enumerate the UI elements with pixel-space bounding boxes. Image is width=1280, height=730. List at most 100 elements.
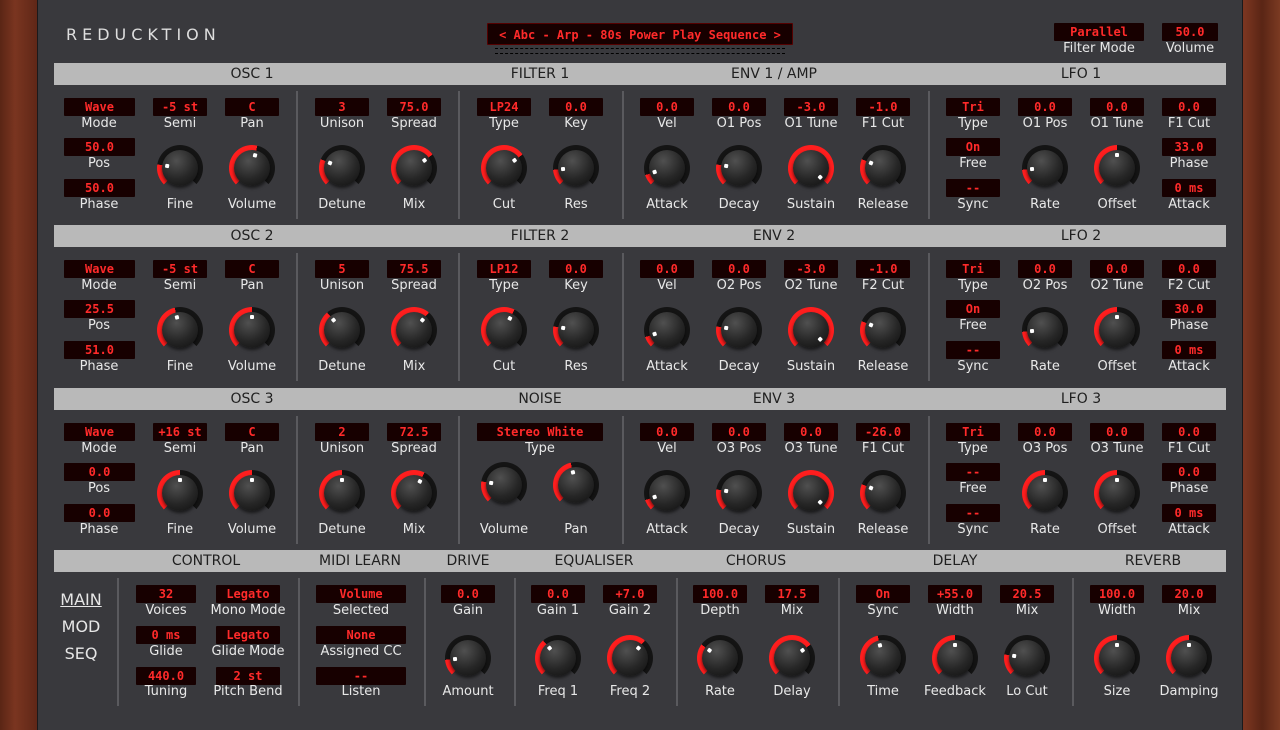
env-vel-display[interactable]: 0.0 <box>640 260 694 278</box>
osc-phase-display[interactable]: 50.0 <box>64 179 135 197</box>
lfo-attack-display[interactable]: 0 ms <box>1162 341 1216 359</box>
lfo-tune-display[interactable]: 0.0 <box>1090 260 1144 278</box>
noise-pan-knob[interactable] <box>553 462 599 508</box>
lfo-cut-display[interactable]: 0.0 <box>1162 260 1216 278</box>
chorus-depth-display[interactable]: 100.0 <box>693 585 747 603</box>
filter-res-knob[interactable] <box>553 307 599 353</box>
osc-spread-display[interactable]: 75.5 <box>387 260 441 278</box>
env-sustain-knob[interactable] <box>788 307 834 353</box>
lfo-offset-knob[interactable] <box>1094 145 1140 191</box>
lfo-phase-display[interactable]: 30.0 <box>1162 300 1216 318</box>
osc-detune-knob[interactable] <box>319 470 365 516</box>
lfo-pos-display[interactable]: 0.0 <box>1018 98 1072 116</box>
filter-type-display[interactable]: LP24 <box>477 98 531 116</box>
lfo-offset-knob[interactable] <box>1094 470 1140 516</box>
eq-gain2-display[interactable]: +7.0 <box>603 585 657 603</box>
lfo-pos-display[interactable]: 0.0 <box>1018 423 1072 441</box>
glide-mode-display[interactable]: Legato <box>216 626 280 644</box>
env-cut-display[interactable]: -1.0 <box>856 98 910 116</box>
osc-volume-knob[interactable] <box>229 470 275 516</box>
lfo-cut-display[interactable]: 0.0 <box>1162 98 1216 116</box>
reverb-damping-knob[interactable] <box>1166 635 1212 681</box>
chorus-mix-display[interactable]: 17.5 <box>765 585 819 603</box>
env-attack-knob[interactable] <box>644 307 690 353</box>
nav-mod-tab[interactable]: MOD <box>60 617 102 636</box>
osc-pos-display[interactable]: 50.0 <box>64 138 135 156</box>
lfo-rate-knob[interactable] <box>1022 470 1068 516</box>
eq-gain1-display[interactable]: 0.0 <box>531 585 585 603</box>
lfo-type-display[interactable]: Tri <box>946 260 1000 278</box>
reverb-mix-display[interactable]: 20.0 <box>1162 585 1216 603</box>
lfo-type-display[interactable]: Tri <box>946 98 1000 116</box>
filter-type-display[interactable]: LP12 <box>477 260 531 278</box>
osc-fine-knob[interactable] <box>157 470 203 516</box>
voices-display[interactable]: 32 <box>136 585 196 603</box>
filter-res-knob[interactable] <box>553 145 599 191</box>
osc-phase-display[interactable]: 0.0 <box>64 504 135 522</box>
master-volume-display[interactable]: 50.0 <box>1162 23 1218 41</box>
reverb-width-display[interactable]: 100.0 <box>1090 585 1144 603</box>
env-decay-knob[interactable] <box>716 470 762 516</box>
osc-mix-knob[interactable] <box>391 307 437 353</box>
lfo-sync-display[interactable]: -- <box>946 504 1000 522</box>
drive-amount-knob[interactable] <box>445 635 491 681</box>
lfo-tune-display[interactable]: 0.0 <box>1090 423 1144 441</box>
lfo-phase-display[interactable]: 33.0 <box>1162 138 1216 156</box>
filter-key-display[interactable]: 0.0 <box>549 98 603 116</box>
env-tune-display[interactable]: -3.0 <box>784 260 838 278</box>
env-sustain-knob[interactable] <box>788 470 834 516</box>
osc-fine-knob[interactable] <box>157 307 203 353</box>
midi-cc-display[interactable]: None <box>316 626 406 644</box>
lfo-cut-display[interactable]: 0.0 <box>1162 423 1216 441</box>
drive-gain-display[interactable]: 0.0 <box>441 585 495 603</box>
lfo-type-display[interactable]: Tri <box>946 423 1000 441</box>
env-vel-display[interactable]: 0.0 <box>640 423 694 441</box>
osc-mix-knob[interactable] <box>391 470 437 516</box>
lfo-phase-display[interactable]: 0.0 <box>1162 463 1216 481</box>
delay-sync-display[interactable]: On <box>856 585 910 603</box>
env-attack-knob[interactable] <box>644 145 690 191</box>
env-attack-knob[interactable] <box>644 470 690 516</box>
osc-volume-knob[interactable] <box>229 307 275 353</box>
osc-semi-display[interactable]: -5 st <box>153 260 207 278</box>
osc-pos-display[interactable]: 0.0 <box>64 463 135 481</box>
osc-volume-knob[interactable] <box>229 145 275 191</box>
pitch-bend-display[interactable]: 2 st <box>216 667 280 685</box>
osc-mode-display[interactable]: Wave <box>64 98 135 116</box>
delay-locut-knob[interactable] <box>1004 635 1050 681</box>
osc-semi-display[interactable]: +16 st <box>153 423 207 441</box>
osc-pan-display[interactable]: C <box>225 423 279 441</box>
osc-pos-display[interactable]: 25.5 <box>64 300 135 318</box>
lfo-offset-knob[interactable] <box>1094 307 1140 353</box>
osc-unison-display[interactable]: 2 <box>315 423 369 441</box>
osc-spread-display[interactable]: 75.0 <box>387 98 441 116</box>
filter-cut-knob[interactable] <box>481 145 527 191</box>
noise-type-display[interactable]: Stereo White <box>477 423 603 441</box>
osc-unison-display[interactable]: 5 <box>315 260 369 278</box>
chorus-delay-knob[interactable] <box>769 635 815 681</box>
eq-freq2-knob[interactable] <box>607 635 653 681</box>
env-tune-display[interactable]: -3.0 <box>784 98 838 116</box>
delay-feedback-knob[interactable] <box>932 635 978 681</box>
glide-display[interactable]: 0 ms <box>136 626 196 644</box>
lfo-free-display[interactable]: On <box>946 138 1000 156</box>
lfo-sync-display[interactable]: -- <box>946 341 1000 359</box>
osc-pan-display[interactable]: C <box>225 98 279 116</box>
env-pos-display[interactable]: 0.0 <box>712 98 766 116</box>
eq-freq1-knob[interactable] <box>535 635 581 681</box>
lfo-rate-knob[interactable] <box>1022 145 1068 191</box>
osc-pan-display[interactable]: C <box>225 260 279 278</box>
delay-time-knob[interactable] <box>860 635 906 681</box>
env-pos-display[interactable]: 0.0 <box>712 260 766 278</box>
env-release-knob[interactable] <box>860 470 906 516</box>
lfo-attack-display[interactable]: 0 ms <box>1162 179 1216 197</box>
lfo-attack-display[interactable]: 0 ms <box>1162 504 1216 522</box>
env-decay-knob[interactable] <box>716 307 762 353</box>
osc-unison-display[interactable]: 3 <box>315 98 369 116</box>
env-release-knob[interactable] <box>860 307 906 353</box>
noise-volume-knob[interactable] <box>481 462 527 508</box>
delay-mix-display[interactable]: 20.5 <box>1000 585 1054 603</box>
env-cut-display[interactable]: -1.0 <box>856 260 910 278</box>
nav-main-tab[interactable]: MAIN <box>60 590 102 609</box>
osc-phase-display[interactable]: 51.0 <box>64 341 135 359</box>
